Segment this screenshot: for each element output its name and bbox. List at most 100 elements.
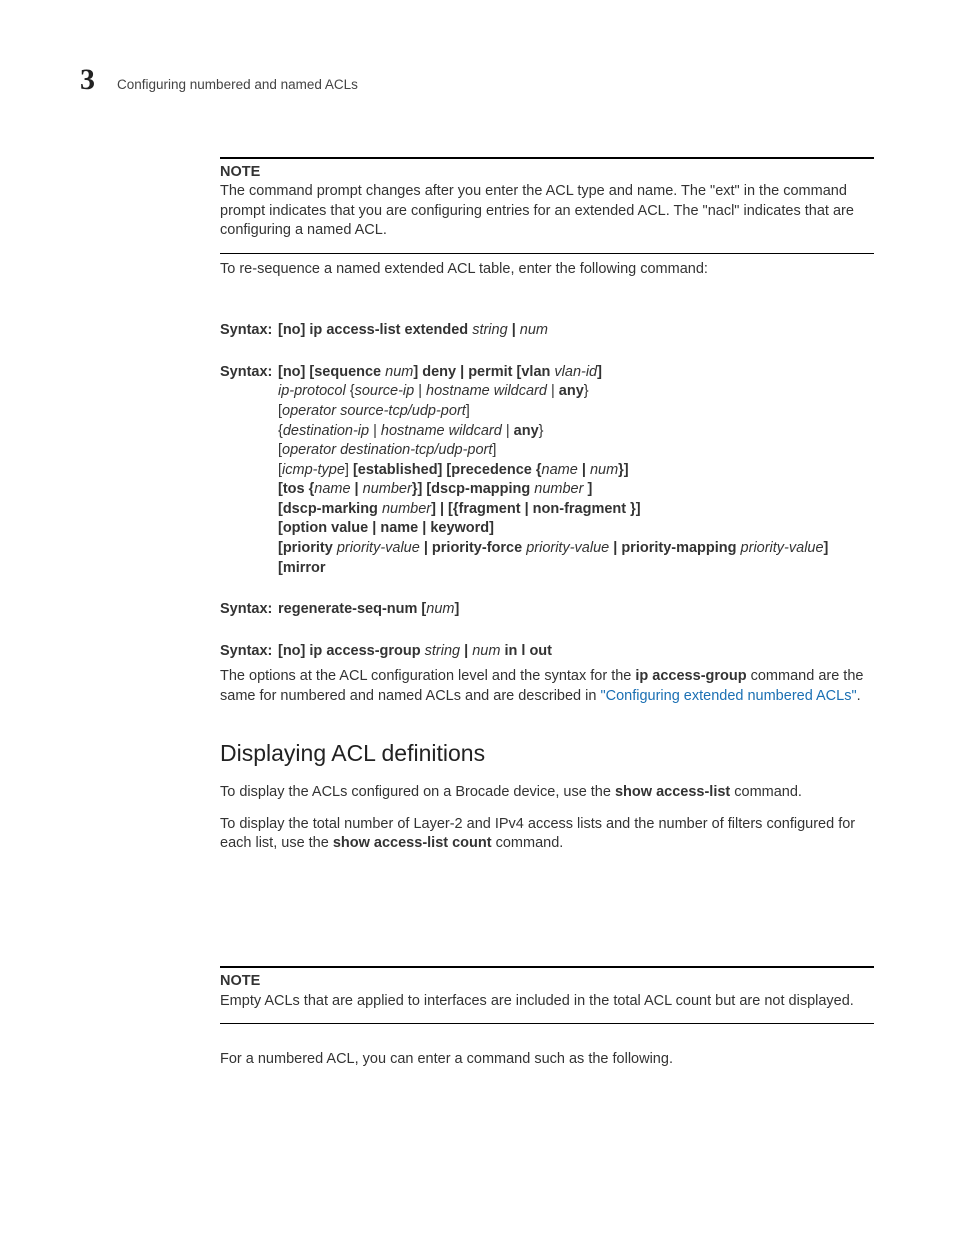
syntax-token: { [346, 383, 355, 399]
syntax-line: [option value | name | keyword] [278, 519, 874, 539]
syntax-token: name [314, 481, 350, 497]
chapter-number: 3 [80, 60, 95, 101]
syntax-token: priority-value [526, 540, 609, 556]
page-header: 3 Configuring numbered and named ACLs [80, 60, 874, 101]
syntax-body: [no] ip access-group string | num in l o… [278, 642, 874, 662]
syntax-token: ] [597, 364, 602, 380]
numbered-acl-paragraph: For a numbered ACL, you can enter a comm… [220, 1050, 874, 1070]
syntax-token: | priority-mapping [609, 540, 740, 556]
syntax-token: } [584, 383, 589, 399]
content-column: NOTE The command prompt changes after yo… [220, 157, 874, 1070]
note-rule-top [220, 157, 874, 159]
syntax-body: [no] [sequence num] deny | permit [vlan … [278, 363, 874, 578]
syntax-token: [mirror [278, 560, 326, 576]
syntax-token: source-ip [355, 383, 415, 399]
syntax-token: in l out [500, 643, 552, 659]
note-rule-bottom [220, 1023, 874, 1024]
section-heading-displaying-acl: Displaying ACL definitions [220, 738, 874, 769]
syntax-token: number [382, 501, 431, 517]
syntax-body: [no] ip access-list extended string | nu… [278, 321, 874, 341]
text: command. [730, 784, 802, 800]
syntax-token: num [426, 601, 454, 617]
syntax-token: ] | [{fragment | non-fragment }] [431, 501, 641, 517]
syntax-token: num [590, 462, 618, 478]
syntax-token: num [520, 322, 548, 338]
command-bold: show access-list count [333, 835, 492, 851]
syntax-token: } [539, 423, 544, 439]
note-text: Empty ACLs that are applied to interface… [220, 992, 874, 1012]
syntax-token: string [425, 643, 460, 659]
command-bold: show access-list [615, 784, 730, 800]
syntax-token: | [502, 423, 514, 439]
note-text: The command prompt changes after you ent… [220, 182, 874, 241]
text: command. [492, 835, 564, 851]
syntax-token: [no] ip access-list extended [278, 322, 472, 338]
syntax-token: ip-protocol [278, 383, 346, 399]
text: . [857, 688, 861, 704]
syntax-token: | [508, 322, 520, 338]
syntax-line: [operator source-tcp/udp-port] [278, 402, 874, 422]
syntax-token: | [414, 383, 426, 399]
command-bold: ip access-group [635, 668, 746, 684]
syntax-token: | [547, 383, 559, 399]
syntax-token: [dscp-marking [278, 501, 382, 517]
note-rule-top [220, 966, 874, 968]
syntax-label: Syntax: [220, 642, 278, 662]
syntax-token: icmp-type [282, 462, 345, 478]
syntax-label: Syntax: [220, 363, 278, 578]
cross-reference-link[interactable]: "Configuring extended numbered ACLs" [600, 688, 856, 704]
syntax-token: priority-value [337, 540, 420, 556]
syntax-token: number [363, 481, 412, 497]
display-paragraph-2: To display the total number of Layer-2 a… [220, 815, 874, 854]
note-label: NOTE [220, 972, 874, 992]
syntax-token: [option value | name | keyword] [278, 520, 494, 536]
syntax-line: [operator destination-tcp/udp-port] [278, 441, 874, 461]
syntax-token: | [351, 481, 363, 497]
syntax-token: | priority-force [420, 540, 526, 556]
syntax-token: ] [492, 442, 496, 458]
syntax-token: [no] [sequence [278, 364, 385, 380]
syntax-block-2: Syntax: [no] [sequence num] deny | permi… [220, 363, 874, 578]
syntax-token: [established] [precedence { [353, 462, 542, 478]
syntax-line: [mirror [278, 559, 874, 579]
syntax-block-4: Syntax: [no] ip access-group string | nu… [220, 642, 874, 662]
syntax-label: Syntax: [220, 321, 278, 341]
syntax-token: }] [dscp-mapping [412, 481, 534, 497]
syntax-token: ] [583, 481, 592, 497]
options-paragraph: The options at the ACL configuration lev… [220, 667, 874, 706]
syntax-token: regenerate-seq-num [ [278, 601, 426, 617]
syntax-token: hostname wildcard [426, 383, 547, 399]
syntax-token: ] [454, 601, 459, 617]
syntax-token: }] [618, 462, 628, 478]
syntax-token: | [460, 643, 472, 659]
syntax-line: [icmp-type] [established] [precedence {n… [278, 461, 874, 481]
syntax-token: number [534, 481, 583, 497]
syntax-token: | [578, 462, 590, 478]
syntax-label: Syntax: [220, 600, 278, 620]
running-head: Configuring numbered and named ACLs [117, 76, 358, 94]
syntax-token: name [542, 462, 578, 478]
syntax-token: string [472, 322, 507, 338]
syntax-token: operator destination-tcp/udp-port [282, 442, 492, 458]
text: To display the ACLs configured on a Broc… [220, 784, 615, 800]
syntax-token: priority-value [741, 540, 824, 556]
note-label: NOTE [220, 163, 874, 183]
syntax-block-3: Syntax: regenerate-seq-num [num] [220, 600, 874, 620]
syntax-token: any [514, 423, 539, 439]
syntax-token: [tos { [278, 481, 314, 497]
syntax-token: any [559, 383, 584, 399]
syntax-token: operator source-tcp/udp-port [282, 403, 466, 419]
syntax-line: [dscp-marking number] | [{fragment | non… [278, 500, 874, 520]
syntax-line: [priority priority-value | priority-forc… [278, 539, 874, 559]
syntax-token: [priority [278, 540, 337, 556]
syntax-token: num [472, 643, 500, 659]
syntax-token: [no] ip access-group [278, 643, 425, 659]
syntax-token: | [369, 423, 381, 439]
syntax-token: ] [824, 540, 829, 556]
resequence-paragraph: To re-sequence a named extended ACL tabl… [220, 260, 874, 280]
syntax-body: regenerate-seq-num [num] [278, 600, 874, 620]
syntax-token: destination-ip [283, 423, 369, 439]
syntax-token: num [385, 364, 413, 380]
syntax-token: ] deny | permit [vlan [413, 364, 554, 380]
note-rule-bottom [220, 253, 874, 254]
